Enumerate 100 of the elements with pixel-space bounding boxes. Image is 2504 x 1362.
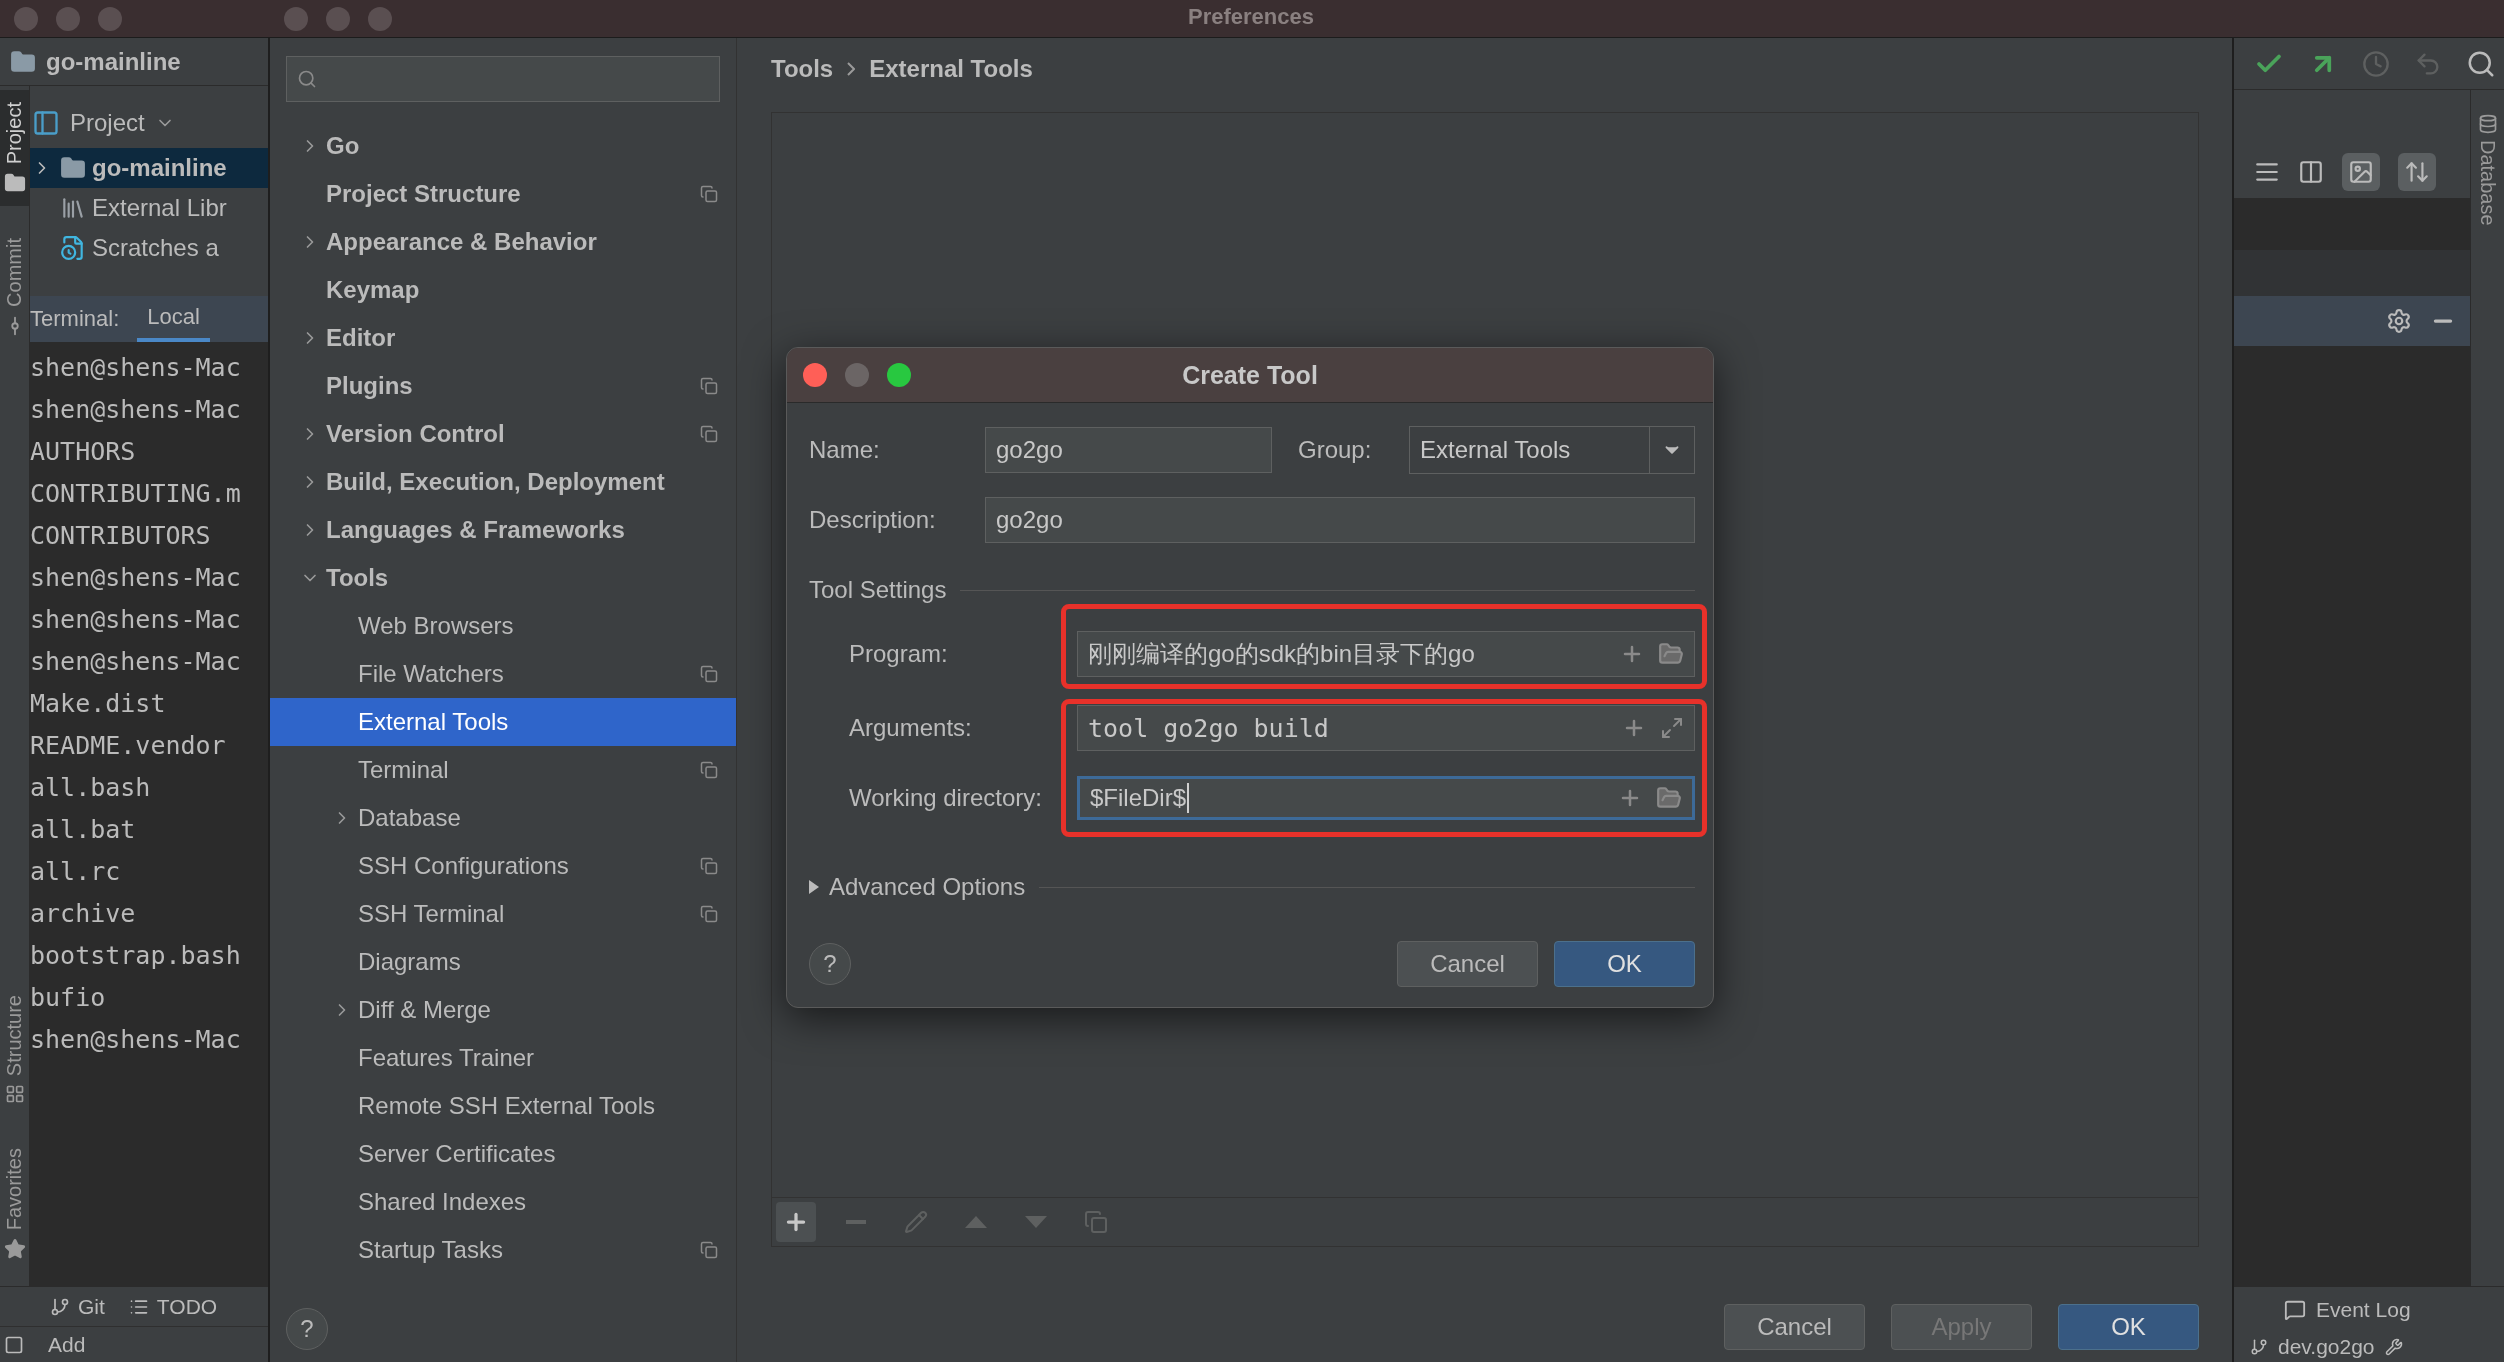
terminal-line: bufio xyxy=(30,982,107,1014)
text-field[interactable]: 刚刚编译的go的sdk的bin目录下的go xyxy=(1077,631,1695,677)
triangle-right-icon xyxy=(809,880,819,894)
terminal-line: shen@shens-Mac xyxy=(30,1024,242,1056)
terminal-line: archive xyxy=(30,898,137,930)
browse-folder-icon[interactable] xyxy=(1656,785,1682,811)
tool-window-tab[interactable]: Database xyxy=(2476,140,2499,226)
advanced-options-toggle[interactable]: Advanced Options xyxy=(809,873,1026,901)
clock-icon[interactable] xyxy=(2362,49,2390,78)
settings-tree-item[interactable]: Editor xyxy=(270,314,736,362)
field-label: Working directory: xyxy=(849,784,1043,812)
terminal-line: shen@shens-Mac xyxy=(30,352,242,384)
tool-window-tab[interactable]: Favorites xyxy=(0,1135,29,1272)
terminal-line: all.bash xyxy=(30,772,152,804)
terminal-title: Terminal: xyxy=(30,306,120,332)
close-light[interactable] xyxy=(284,6,308,31)
description-field[interactable]: go2go xyxy=(985,497,1695,543)
close-light[interactable] xyxy=(803,363,827,387)
copy-icon xyxy=(700,857,718,875)
name-field[interactable]: go2go xyxy=(985,427,1272,473)
copy-icon xyxy=(700,905,718,923)
view-dropdown[interactable]: Project xyxy=(70,109,145,137)
field-label: Arguments: xyxy=(849,714,973,742)
expand-icon[interactable] xyxy=(1660,716,1684,740)
settings-tree-item[interactable]: Appearance & Behavior xyxy=(270,218,736,266)
project-view-icon xyxy=(32,109,60,137)
dialog-button[interactable]: OK xyxy=(1554,941,1695,987)
settings-tree-item[interactable]: Version Control xyxy=(270,410,736,458)
branch-icon xyxy=(2250,1338,2268,1356)
settings-tree-item[interactable]: External Tools xyxy=(270,698,736,746)
help-button[interactable]: ? xyxy=(286,1308,328,1350)
settings-tree-item[interactable]: Languages & Frameworks xyxy=(270,506,736,554)
settings-tree-item[interactable]: Remote SSH External Tools xyxy=(270,1082,736,1130)
chevron-right-icon xyxy=(847,62,856,76)
field-label: Name: xyxy=(809,436,881,464)
settings-tree-item[interactable]: Build, Execution, Deployment xyxy=(270,458,736,506)
settings-tree-item[interactable]: Terminal xyxy=(270,746,736,794)
settings-tree-item[interactable]: Web Browsers xyxy=(270,602,736,650)
settings-tree-item[interactable]: Shared Indexes xyxy=(270,1178,736,1226)
project-tree-item[interactable]: External Libr xyxy=(30,188,268,228)
text-cursor xyxy=(1187,783,1190,813)
close-light[interactable] xyxy=(14,6,38,31)
settings-tree-item[interactable]: Diff & Merge xyxy=(270,986,736,1034)
settings-tree-item[interactable]: Server Certificates xyxy=(270,1130,736,1178)
tool-window-tab[interactable]: Structure xyxy=(0,982,29,1116)
help-button[interactable]: ? xyxy=(809,943,851,985)
settings-tree-item[interactable]: Plugins xyxy=(270,362,736,410)
project-tree-item[interactable]: go-mainline xyxy=(30,148,268,188)
group-dropdown[interactable]: External Tools xyxy=(1409,426,1695,474)
breadcrumb-item: Tools xyxy=(771,55,834,83)
project-tree-item[interactable]: Scratches a xyxy=(30,228,268,268)
scratch-file-icon xyxy=(60,235,86,261)
settings-tree-item[interactable]: Keymap xyxy=(270,266,736,314)
speech-bubble-icon xyxy=(2284,1298,2306,1321)
layout-button[interactable] xyxy=(2398,153,2436,191)
settings-tree-item[interactable]: Database xyxy=(270,794,736,842)
wrench-icon[interactable] xyxy=(2384,1338,2403,1356)
zoom-light[interactable] xyxy=(887,363,911,387)
minimize-light[interactable] xyxy=(845,363,869,387)
library-icon xyxy=(60,195,86,221)
settings-tree-item[interactable]: Project Structure xyxy=(270,170,736,218)
star-icon xyxy=(3,1238,26,1260)
structure-icon xyxy=(4,1083,25,1104)
dialog-button[interactable]: Cancel xyxy=(1724,1304,1865,1350)
image-button[interactable] xyxy=(2342,153,2380,191)
settings-icon[interactable] xyxy=(2386,308,2412,334)
text-field[interactable]: tool go2go build xyxy=(1077,705,1695,751)
tool-window-tab[interactable]: Project xyxy=(0,90,29,207)
window-title: Preferences xyxy=(1187,4,1315,30)
minus-icon xyxy=(846,1220,866,1224)
branch-name[interactable]: dev.go2go xyxy=(2278,1335,2375,1359)
minimize-light[interactable] xyxy=(56,6,80,31)
tool-window-button[interactable]: Git xyxy=(50,1294,105,1319)
dialog-button[interactable]: OK xyxy=(2058,1304,2199,1350)
settings-tree-item[interactable]: Diagrams xyxy=(270,938,736,986)
copy-icon xyxy=(1084,1210,1108,1234)
text-field[interactable]: $FileDir$ xyxy=(1077,776,1695,820)
tool-window-button[interactable]: TODO xyxy=(128,1294,218,1319)
square-icon xyxy=(4,1334,24,1355)
settings-tree-item[interactable]: Tools xyxy=(270,554,736,602)
settings-tree-item[interactable]: SSH Terminal xyxy=(270,890,736,938)
folder-icon xyxy=(60,155,86,181)
copy-icon xyxy=(700,665,718,683)
settings-tree-item[interactable]: SSH Configurations xyxy=(270,842,736,890)
event-log-button[interactable]: Event Log xyxy=(2316,1297,2411,1322)
terminal-line: all.bat xyxy=(30,814,137,846)
tool-window-tab[interactable]: Commit xyxy=(0,226,29,350)
split-view-icon[interactable] xyxy=(2298,159,2324,185)
minimize-light[interactable] xyxy=(326,6,350,31)
add-button[interactable] xyxy=(776,1202,816,1242)
settings-tree-item[interactable]: Startup Tasks xyxy=(270,1226,736,1274)
database-icon xyxy=(2477,114,2498,134)
dialog-button[interactable]: Cancel xyxy=(1397,941,1538,987)
settings-tree-item[interactable]: Features Trainer xyxy=(270,1034,736,1082)
breadcrumb-item: External Tools xyxy=(869,55,1033,83)
settings-tree-item[interactable]: Go xyxy=(270,122,736,170)
browse-folder-icon[interactable] xyxy=(1658,641,1684,667)
settings-tree-item[interactable]: File Watchers xyxy=(270,650,736,698)
terminal-line: CONTRIBUTING.m xyxy=(30,478,242,510)
search-field[interactable] xyxy=(286,56,720,102)
